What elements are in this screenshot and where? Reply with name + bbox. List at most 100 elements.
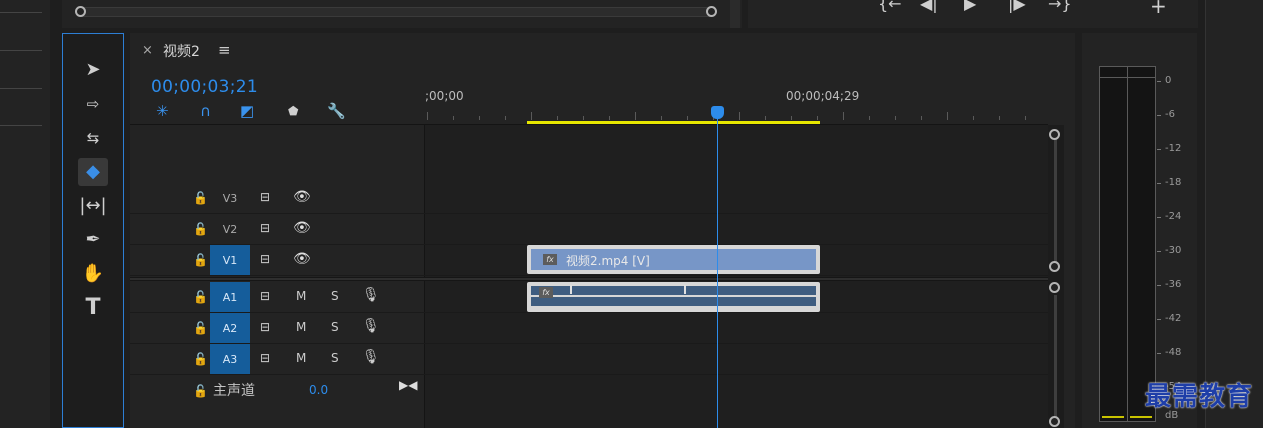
track-name-a1[interactable]: A1 [210, 282, 250, 312]
selection-icon[interactable]: ➤ [78, 56, 108, 84]
source-monitor-bottom [62, 0, 742, 28]
video-audio-divider[interactable] [130, 277, 1048, 281]
master-volume-value[interactable]: 0.0 [309, 383, 328, 397]
track-select-icon[interactable]: ⇨ [78, 90, 108, 118]
db-label: -6 [1165, 109, 1175, 120]
db-label: -12 [1165, 143, 1182, 154]
db-tick [1157, 251, 1161, 252]
scroll-knob-left[interactable] [75, 6, 86, 17]
ruler-tick [895, 116, 896, 120]
step-back-icon[interactable]: ◀| [920, 0, 938, 12]
eye-icon[interactable]: 👁 [293, 251, 311, 267]
mic-icon[interactable]: 🎙 [362, 318, 380, 334]
lock-icon[interactable]: 🔓 [193, 253, 208, 267]
sequence-tab[interactable]: 视频2 [163, 41, 200, 61]
track-name-v1[interactable]: V1 [210, 245, 250, 275]
db-label: -18 [1165, 177, 1182, 188]
scroll-knob-bottom[interactable] [1049, 261, 1060, 272]
playhead-handle[interactable] [711, 106, 724, 119]
ruler-tick [531, 112, 532, 120]
lock-icon[interactable]: 🔓 [193, 321, 208, 335]
playhead-timecode[interactable]: 00;00;03;21 [151, 77, 258, 97]
ruler-tick [791, 116, 792, 120]
razor-icon[interactable]: ◆ [78, 158, 108, 186]
linked-selection-icon[interactable]: ◩ [240, 102, 254, 120]
zoom-scrollbar[interactable] [75, 6, 717, 17]
track-name-a2[interactable]: A2 [210, 313, 250, 343]
sync-lock-icon[interactable]: ⊟ [260, 289, 270, 303]
scroll-knob-right[interactable] [706, 6, 717, 17]
sync-lock-icon[interactable]: ⊟ [260, 221, 270, 235]
lock-icon[interactable]: 🔓 [193, 191, 208, 205]
audio-clip[interactable]: fx [527, 282, 820, 312]
mute-button[interactable]: M [296, 320, 306, 334]
step-forward-icon[interactable]: |▶ [1008, 0, 1026, 12]
mute-button[interactable]: M [296, 289, 306, 303]
pen-icon[interactable]: ✒ [78, 226, 108, 254]
marker-icon[interactable]: ⬟ [288, 104, 298, 118]
time-ruler[interactable]: ;00;00 00;00;04;29 [425, 83, 1048, 123]
ruler-tick [609, 116, 610, 120]
ruler-tick [453, 116, 454, 120]
wrench-icon[interactable]: 🔧 [327, 102, 346, 120]
close-tab-icon[interactable]: × [142, 43, 153, 58]
add-icon[interactable]: + [1150, 0, 1167, 16]
play-icon[interactable]: ▶ [964, 0, 976, 12]
nest-icon[interactable]: ✳ [156, 102, 169, 120]
track-row-a2: 🔓 A2 ⊟ M S 🎙 [130, 313, 1048, 344]
snap-icon[interactable]: ∩ [200, 102, 211, 120]
right-panel-edge [1205, 0, 1263, 428]
scroll-knob-bottom[interactable] [1049, 416, 1060, 427]
ruler-tick [583, 116, 584, 120]
mic-icon[interactable]: 🎙 [362, 349, 380, 365]
db-tick [1157, 149, 1161, 150]
scroll-knob-top[interactable] [1049, 129, 1060, 140]
ruler-tick [661, 116, 662, 120]
db-tick [1157, 81, 1161, 82]
video-clip[interactable]: fx 视频2.mp4 [V] [527, 245, 820, 274]
panel-menu-icon[interactable]: ≡ [218, 41, 231, 59]
mic-icon[interactable]: 🎙 [362, 287, 380, 303]
slip-icon[interactable]: |↔| [78, 192, 108, 220]
ruler-tick [869, 116, 870, 120]
fx-badge[interactable]: fx [539, 287, 553, 298]
track-name-a3[interactable]: A3 [210, 344, 250, 374]
solo-button[interactable]: S [331, 289, 339, 303]
solo-button[interactable]: S [331, 320, 339, 334]
ripple-edit-icon[interactable]: ⇆ [78, 124, 108, 152]
go-to-out-icon[interactable]: →} [1048, 0, 1072, 12]
type-icon[interactable]: T [78, 294, 108, 322]
sync-lock-icon[interactable]: ⊟ [260, 351, 270, 365]
timeline-vertical-scrollbar[interactable] [1048, 125, 1064, 428]
db-tick [1157, 319, 1161, 320]
lock-icon[interactable]: 🔓 [193, 290, 208, 304]
eye-icon[interactable]: 👁 [293, 189, 311, 205]
scroll-knob-top[interactable] [1049, 282, 1060, 293]
lock-icon[interactable]: 🔓 [193, 384, 208, 398]
track-name-v2[interactable]: V2 [210, 214, 250, 244]
ruler-tick [973, 116, 974, 120]
fx-badge[interactable]: fx [543, 254, 557, 265]
sync-lock-icon[interactable]: ⊟ [260, 320, 270, 334]
eye-icon[interactable]: 👁 [293, 220, 311, 236]
lock-icon[interactable]: 🔓 [193, 352, 208, 366]
mute-button[interactable]: M [296, 351, 306, 365]
sync-lock-icon[interactable]: ⊟ [260, 190, 270, 204]
ruler-tick [921, 116, 922, 120]
ruler-tick [1025, 116, 1026, 120]
lock-icon[interactable]: 🔓 [193, 222, 208, 236]
ruler-tick [739, 112, 740, 120]
tools-panel: ➤ ⇨ ⇆ ◆ |↔| ✒ ✋ T [62, 33, 124, 428]
solo-button[interactable]: S [331, 351, 339, 365]
hand-icon[interactable]: ✋ [78, 260, 108, 288]
go-to-in-icon[interactable]: {← [878, 0, 902, 12]
video-clip-label: 视频2.mp4 [V] [566, 254, 650, 268]
ruler-end-label: 00;00;04;29 [786, 89, 860, 103]
bowtie-icon[interactable]: ▶◀ [399, 378, 417, 392]
db-tick [1157, 353, 1161, 354]
track-row-v3: 🔓 V3 ⊟ 👁 [130, 183, 1048, 214]
ruler-tick [843, 112, 844, 120]
sync-lock-icon[interactable]: ⊟ [260, 252, 270, 266]
db-tick [1157, 285, 1161, 286]
track-name-v3[interactable]: V3 [210, 183, 250, 213]
